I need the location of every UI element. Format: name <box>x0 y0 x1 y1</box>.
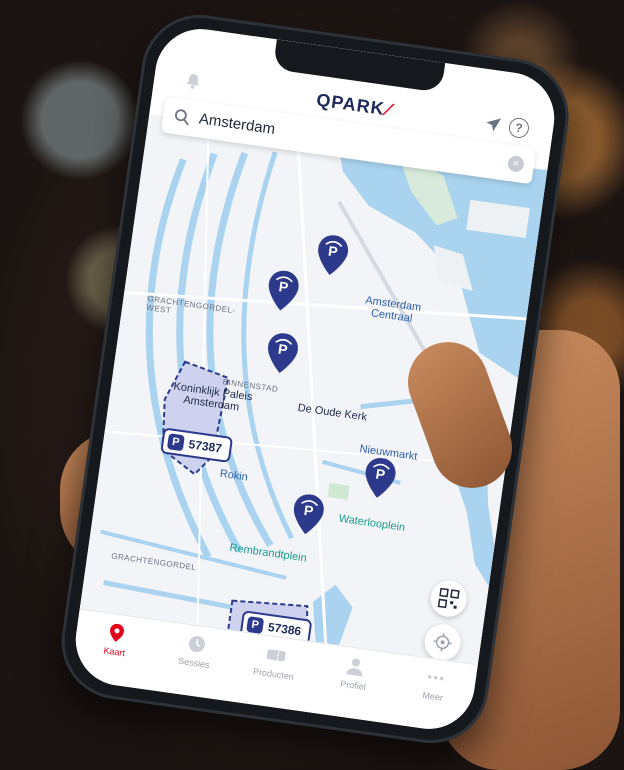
tab-label: Meer <box>422 690 444 703</box>
tab-label: Kaart <box>103 645 126 658</box>
clear-search-icon[interactable]: × <box>507 155 525 173</box>
bell-icon[interactable] <box>183 71 203 91</box>
ticket-icon <box>265 644 288 667</box>
map-pin-icon <box>106 622 129 645</box>
parking-pin[interactable]: P <box>290 492 325 536</box>
tab-kaart[interactable]: Kaart <box>84 619 148 661</box>
qpark-logo: QPARK⁄ <box>315 90 392 121</box>
brand-slash: ⁄ <box>385 99 392 119</box>
parking-pin[interactable]: P <box>315 233 350 277</box>
tab-label: Profiel <box>340 679 367 692</box>
parking-pin[interactable]: P <box>362 456 397 500</box>
lot-id: 57387 <box>188 437 223 456</box>
parking-p-icon: P <box>167 433 185 451</box>
help-icon[interactable]: ? <box>508 117 531 140</box>
parking-pin[interactable]: P <box>265 331 300 375</box>
tab-producten[interactable]: Producten <box>243 641 307 683</box>
tab-profiel[interactable]: Profiel <box>323 652 387 694</box>
tab-meer[interactable]: Meer <box>402 664 466 706</box>
qr-code-icon <box>437 587 460 610</box>
tab-sessies[interactable]: Sessies <box>163 630 227 672</box>
brand-name: QPARK <box>315 90 386 119</box>
tab-label: Producten <box>252 666 294 682</box>
person-icon <box>344 655 367 678</box>
search-icon <box>172 107 192 127</box>
clock-icon <box>185 633 208 656</box>
crosshair-icon <box>431 631 454 654</box>
parking-pin[interactable]: P <box>265 269 300 313</box>
tab-label: Sessies <box>178 656 211 670</box>
location-arrow-icon[interactable] <box>484 115 502 133</box>
more-icon <box>424 666 447 689</box>
